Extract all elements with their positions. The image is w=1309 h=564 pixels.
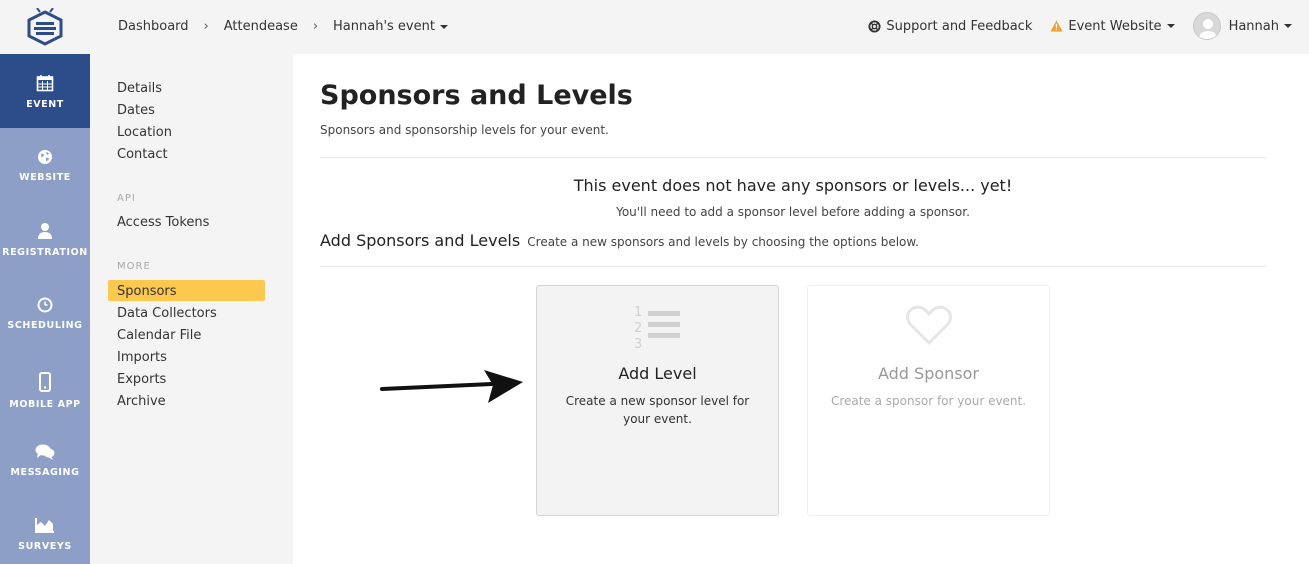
divider [320,157,1266,158]
chat-icon [35,444,55,460]
caret-down-icon [439,24,448,29]
subnav-sponsors[interactable]: Sponsors [117,284,177,299]
caret-down-icon [1166,24,1175,28]
support-feedback-label: Support and Feedback [886,18,1033,34]
caret-down-icon [1284,24,1292,28]
nav-event[interactable]: EVENT [0,54,90,128]
breadcrumb-event-label: Hannah's event [333,19,435,34]
breadcrumb-separator-icon: › [312,19,319,34]
nav-scheduling[interactable]: SCHEDULING [0,276,90,350]
subnav-access-tokens[interactable]: Access Tokens [117,215,209,230]
page-subtitle: Sponsors and sponsorship levels for your… [320,123,609,137]
breadcrumb-event-dropdown[interactable]: Hannah's event [333,19,448,34]
add-level-description: Create a new sponsor level for your even… [565,394,750,426]
subnav-imports[interactable]: Imports [117,350,167,365]
nav-website[interactable]: WEBSITE [0,128,90,202]
avatar [1192,12,1221,40]
nav-registration-label: REGISTRATION [2,247,88,258]
event-website-label: Event Website [1068,18,1162,34]
subnav-archive[interactable]: Archive [117,394,166,409]
user-silhouette-icon [1198,19,1217,39]
user-menu[interactable]: Hannah [1192,12,1292,40]
area-chart-icon [35,518,54,533]
svg-text:2: 2 [634,321,642,336]
subnav-dates[interactable]: Dates [117,103,155,118]
breadcrumb: Dashboard › Attendease › Hannah's event [118,19,448,34]
calendar-icon [36,75,54,92]
ordered-list-icon: 1 2 3 [634,305,680,350]
event-website-dropdown[interactable]: Event Website [1050,18,1175,34]
app-logo[interactable] [0,0,90,54]
breadcrumb-dashboard[interactable]: Dashboard [118,19,189,34]
heart-icon [905,305,952,346]
main-content: Sponsors and Levels Sponsors and sponsor… [293,54,1309,564]
mobile-icon [39,372,51,392]
clock-icon [37,297,53,313]
add-level-card[interactable]: 1 2 3 Add Level Create a new sponsor lev… [536,285,779,516]
nav-scheduling-label: SCHEDULING [7,320,83,331]
pointer-arrow-icon [380,370,523,403]
add-sponsor-title: Add Sponsor [877,364,979,383]
page-title: Sponsors and Levels [320,80,633,111]
subnav-details[interactable]: Details [117,81,162,96]
support-feedback-link[interactable]: Support and Feedback [868,19,1032,34]
empty-state-title: This event does not have any sponsors or… [573,176,1013,195]
add-sponsor-description: Create a sponsor for your event. [830,394,1027,408]
top-right-menu: Support and Feedback Event Website Hanna… [850,12,1292,40]
life-ring-icon [868,19,881,33]
nav-website-label: WEBSITE [19,172,71,183]
user-name: Hannah [1228,18,1279,34]
bee-logo-icon [27,8,63,46]
divider [320,266,1266,267]
subnav-location[interactable]: Location [117,125,172,140]
subnav-calendar-file[interactable]: Calendar File [117,328,201,343]
nav-surveys-label: SURVEYS [18,541,72,552]
nav-messaging-label: MESSAGING [10,467,80,478]
svg-text:1: 1 [634,305,642,320]
add-heading-description: Create a new sponsors and levels by choo… [527,235,919,249]
svg-text:3: 3 [634,337,642,350]
add-section-heading: Add Sponsors and Levels Create a new spo… [320,231,919,250]
subnav-section-more: MORE [117,261,151,272]
event-subnav: Details Dates Location Contact API Acces… [90,54,293,564]
nav-messaging[interactable]: MESSAGING [0,424,90,498]
empty-state-subtitle: You'll need to add a sponsor level befor… [616,205,970,219]
add-heading-title: Add Sponsors and Levels [320,231,521,250]
nav-registration[interactable]: REGISTRATION [0,202,90,276]
main-nav-sidebar: EVENT WEBSITE REGISTRATION SCHEDULING MO… [0,54,90,564]
subnav-exports[interactable]: Exports [117,372,166,387]
user-icon [38,223,52,239]
subnav-data-collectors[interactable]: Data Collectors [117,306,217,321]
globe-icon [38,150,52,164]
warning-icon [1050,20,1063,32]
nav-mobile-app-label: MOBILE APP [9,399,81,410]
add-sponsor-card[interactable]: Add Sponsor Create a sponsor for your ev… [807,285,1050,516]
top-bar: Dashboard › Attendease › Hannah's event … [0,0,1309,54]
subnav-section-api: API [117,193,136,204]
nav-event-label: EVENT [26,99,64,110]
nav-mobile-app[interactable]: MOBILE APP [0,350,90,424]
nav-surveys[interactable]: SURVEYS [0,498,90,564]
breadcrumb-separator-icon: › [203,19,209,34]
add-level-title: Add Level [618,364,697,383]
subnav-contact[interactable]: Contact [117,147,168,162]
breadcrumb-attendease[interactable]: Attendease [224,19,298,34]
